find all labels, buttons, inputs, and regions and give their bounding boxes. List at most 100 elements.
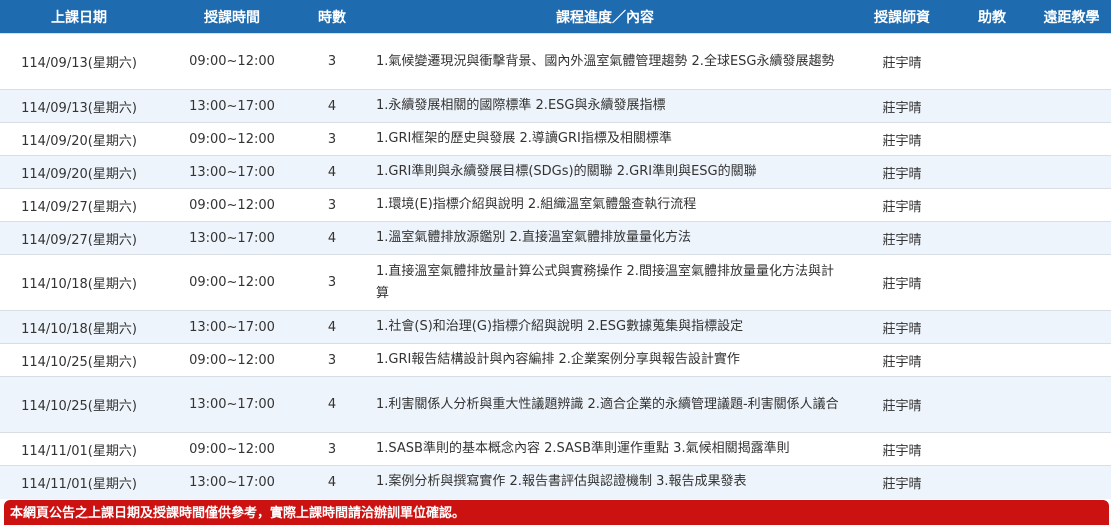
cell-remote <box>1032 188 1111 222</box>
cell-time: 09:00~12:00 <box>158 122 306 156</box>
cell-teacher: 莊宇晴 <box>852 432 952 466</box>
cell-date: 114/09/13(星期六) <box>0 33 158 90</box>
header-teacher: 授課師資 <box>852 0 952 34</box>
cell-hours: 4 <box>306 376 358 433</box>
table-row: 114/09/20(星期六) 13:00~17:00 4 1.GRI準則與永續發… <box>0 155 1111 189</box>
cell-content: 1.永續發展相關的國際標準 2.ESG與永續發展指標 <box>358 89 852 123</box>
cell-date: 114/10/18(星期六) <box>0 254 158 311</box>
cell-assistant <box>952 254 1032 311</box>
cell-assistant <box>952 89 1032 123</box>
table-row: 114/09/13(星期六) 13:00~17:00 4 1.永續發展相關的國際… <box>0 89 1111 123</box>
cell-hours: 3 <box>306 254 358 311</box>
cell-assistant <box>952 432 1032 466</box>
header-hours: 時數 <box>306 0 358 34</box>
cell-hours: 4 <box>306 465 358 499</box>
cell-teacher: 莊宇晴 <box>852 465 952 499</box>
cell-hours: 3 <box>306 122 358 156</box>
header-remote: 遠距教學 <box>1032 0 1111 34</box>
cell-teacher: 莊宇晴 <box>852 89 952 123</box>
header-date: 上課日期 <box>0 0 158 34</box>
cell-hours: 4 <box>306 155 358 189</box>
cell-teacher: 莊宇晴 <box>852 122 952 156</box>
table-header-row: 上課日期 授課時間 時數 課程進度／內容 授課師資 助教 遠距教學 <box>0 0 1111 34</box>
cell-time: 13:00~17:00 <box>158 89 306 123</box>
header-assistant: 助教 <box>952 0 1032 34</box>
cell-time: 09:00~12:00 <box>158 254 306 311</box>
table-row: 114/09/27(星期六) 13:00~17:00 4 1.溫室氣體排放源鑑別… <box>0 221 1111 255</box>
cell-date: 114/09/27(星期六) <box>0 188 158 222</box>
cell-date: 114/10/18(星期六) <box>0 310 158 344</box>
cell-remote <box>1032 122 1111 156</box>
cell-date: 114/10/25(星期六) <box>0 343 158 377</box>
cell-hours: 4 <box>306 221 358 255</box>
cell-assistant <box>952 465 1032 499</box>
cell-time: 09:00~12:00 <box>158 33 306 90</box>
table-row: 114/11/01(星期六) 13:00~17:00 4 1.案例分析與撰寫實作… <box>0 465 1111 499</box>
course-schedule-table: 上課日期 授課時間 時數 課程進度／內容 授課師資 助教 遠距教學 114/09… <box>0 0 1111 499</box>
cell-content: 1.SASB準則的基本概念內容 2.SASB準則運作重點 3.氣候相關揭露準則 <box>358 432 852 466</box>
cell-content: 1.GRI報告結構設計與內容編排 2.企業案例分享與報告設計實作 <box>358 343 852 377</box>
cell-date: 114/09/27(星期六) <box>0 221 158 255</box>
cell-teacher: 莊宇晴 <box>852 155 952 189</box>
cell-time: 09:00~12:00 <box>158 343 306 377</box>
cell-assistant <box>952 155 1032 189</box>
cell-date: 114/11/01(星期六) <box>0 465 158 499</box>
cell-teacher: 莊宇晴 <box>852 221 952 255</box>
cell-time: 09:00~12:00 <box>158 188 306 222</box>
cell-time: 13:00~17:00 <box>158 310 306 344</box>
cell-content: 1.氣候變遷現況與衝擊背景、國內外溫室氣體管理趨勢 2.全球ESG永續發展趨勢 <box>358 33 852 90</box>
header-time: 授課時間 <box>158 0 306 34</box>
table-row: 114/09/20(星期六) 09:00~12:00 3 1.GRI框架的歷史與… <box>0 122 1111 156</box>
cell-time: 13:00~17:00 <box>158 221 306 255</box>
cell-hours: 3 <box>306 33 358 90</box>
cell-time: 09:00~12:00 <box>158 432 306 466</box>
cell-teacher: 莊宇晴 <box>852 376 952 433</box>
cell-time: 13:00~17:00 <box>158 465 306 499</box>
cell-content: 1.直接溫室氣體排放量計算公式與實務操作 2.間接溫室氣體排放量量化方法與計算 <box>358 254 852 311</box>
table-row: 114/10/18(星期六) 09:00~12:00 3 1.直接溫室氣體排放量… <box>0 254 1111 311</box>
table-row: 114/10/25(星期六) 09:00~12:00 3 1.GRI報告結構設計… <box>0 343 1111 377</box>
cell-remote <box>1032 343 1111 377</box>
cell-assistant <box>952 188 1032 222</box>
cell-remote <box>1032 432 1111 466</box>
cell-date: 114/09/20(星期六) <box>0 122 158 156</box>
cell-hours: 4 <box>306 89 358 123</box>
cell-remote <box>1032 254 1111 311</box>
cell-assistant <box>952 376 1032 433</box>
cell-hours: 4 <box>306 310 358 344</box>
cell-teacher: 莊宇晴 <box>852 310 952 344</box>
cell-assistant <box>952 221 1032 255</box>
cell-teacher: 莊宇晴 <box>852 188 952 222</box>
cell-teacher: 莊宇晴 <box>852 33 952 90</box>
cell-assistant <box>952 310 1032 344</box>
cell-remote <box>1032 33 1111 90</box>
cell-content: 1.利害關係人分析與重大性議題辨識 2.適合企業的永續管理議題-利害關係人議合 <box>358 376 852 433</box>
table-row: 114/09/13(星期六) 09:00~12:00 3 1.氣候變遷現況與衝擊… <box>0 33 1111 90</box>
cell-assistant <box>952 343 1032 377</box>
cell-hours: 3 <box>306 432 358 466</box>
cell-remote <box>1032 89 1111 123</box>
cell-time: 13:00~17:00 <box>158 376 306 433</box>
cell-remote <box>1032 310 1111 344</box>
cell-assistant <box>952 33 1032 90</box>
cell-content: 1.溫室氣體排放源鑑別 2.直接溫室氣體排放量量化方法 <box>358 221 852 255</box>
header-content: 課程進度／內容 <box>358 0 852 34</box>
cell-remote <box>1032 221 1111 255</box>
cell-content: 1.案例分析與撰寫實作 2.報告書評估與認證機制 3.報告成果發表 <box>358 465 852 499</box>
cell-date: 114/09/20(星期六) <box>0 155 158 189</box>
cell-time: 13:00~17:00 <box>158 155 306 189</box>
cell-remote <box>1032 155 1111 189</box>
disclaimer-notice: 本網頁公告之上課日期及授課時間僅供參考，實際上課時間請洽辦訓單位確認。 <box>4 500 1109 525</box>
table-row: 114/11/01(星期六) 09:00~12:00 3 1.SASB準則的基本… <box>0 432 1111 466</box>
cell-assistant <box>952 122 1032 156</box>
cell-remote <box>1032 465 1111 499</box>
cell-hours: 3 <box>306 343 358 377</box>
cell-content: 1.GRI準則與永續發展目標(SDGs)的關聯 2.GRI準則與ESG的關聯 <box>358 155 852 189</box>
cell-content: 1.社會(S)和治理(G)指標介紹與說明 2.ESG數據蒐集與指標設定 <box>358 310 852 344</box>
course-schedule-page: 上課日期 授課時間 時數 課程進度／內容 授課師資 助教 遠距教學 114/09… <box>0 0 1111 525</box>
cell-date: 114/09/13(星期六) <box>0 89 158 123</box>
cell-content: 1.GRI框架的歷史與發展 2.導讀GRI指標及相關標準 <box>358 122 852 156</box>
table-row: 114/09/27(星期六) 09:00~12:00 3 1.環境(E)指標介紹… <box>0 188 1111 222</box>
cell-teacher: 莊宇晴 <box>852 343 952 377</box>
cell-teacher: 莊宇晴 <box>852 254 952 311</box>
